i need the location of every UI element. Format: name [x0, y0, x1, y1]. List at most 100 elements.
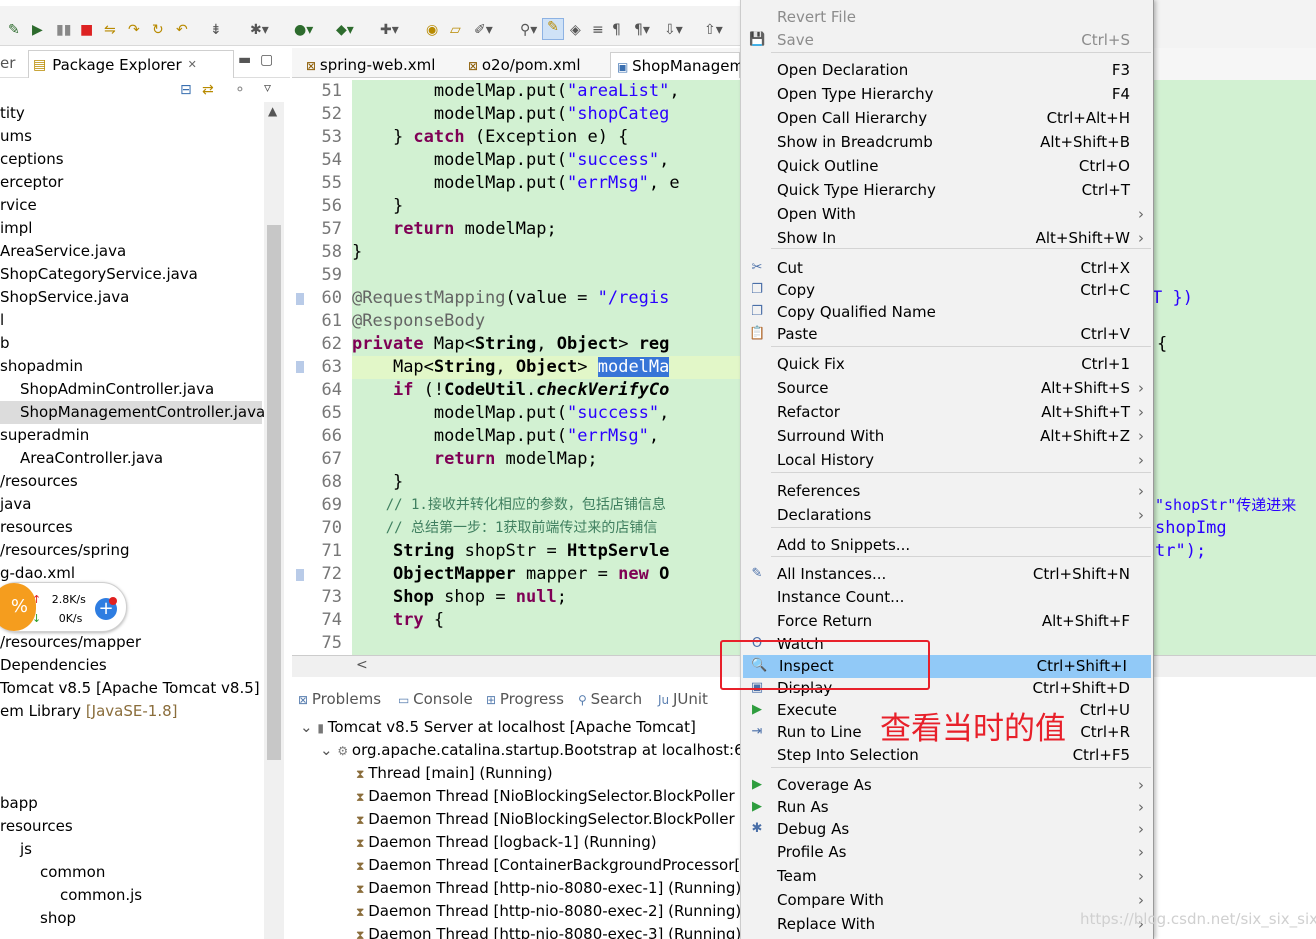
open-type-icon[interactable]: ◉	[426, 22, 438, 38]
tree-item[interactable]: java	[0, 493, 31, 516]
tree-item[interactable]: AreaService.java	[0, 240, 126, 263]
menu-item-references[interactable]: References ›	[741, 480, 1154, 503]
tree-item[interactable]: erceptor	[0, 171, 63, 194]
menu-item-copy-qualified-name[interactable]: ❐ Copy Qualified Name	[741, 301, 1154, 324]
mark-occurrences-icon[interactable]: ✎	[542, 18, 564, 40]
menu-item-all-instances[interactable]: ✎ All Instances... Ctrl+Shift+N	[741, 563, 1154, 586]
maximize-icon[interactable]: ▢	[260, 52, 273, 68]
tree-item[interactable]: /resources	[0, 470, 78, 493]
word-wrap-icon[interactable]: ≡	[592, 22, 604, 38]
tree-item[interactable]: l	[0, 309, 4, 332]
tree-item[interactable]: /resources/mapper	[0, 631, 141, 654]
tree-item[interactable]: em Library [JavaSE-1.8]	[0, 700, 177, 723]
step-return-icon[interactable]: ↶	[176, 22, 188, 38]
menu-item-team[interactable]: Team ›	[741, 865, 1154, 888]
tree-item[interactable]: /resources/spring	[0, 539, 130, 562]
debug-icon[interactable]: ✎	[8, 22, 20, 38]
tree-item[interactable]: Dependencies	[0, 654, 107, 677]
tree-item[interactable]: ShopService.java	[0, 286, 129, 309]
tree-item[interactable]: tity	[0, 102, 25, 125]
step-over-icon[interactable]: ↻	[152, 22, 164, 38]
scroll-up-icon[interactable]: ▲	[268, 104, 277, 118]
pin-icon[interactable]: ✐▾	[474, 22, 493, 38]
menu-item-paste[interactable]: 📋 Paste Ctrl+V	[741, 323, 1154, 346]
debug-tree-row[interactable]: ⧗ Daemon Thread [http-nio-8080-exec-2] (…	[356, 900, 740, 923]
resume-icon[interactable]: ▶	[32, 22, 43, 38]
disconnect-icon[interactable]: ⇋	[104, 22, 116, 38]
link-editor-icon[interactable]: ⇄	[202, 82, 214, 98]
editor-tab[interactable]: ⊠ spring-web.xml	[300, 52, 441, 78]
chevron-down-icon[interactable]: ⌄	[320, 741, 337, 759]
debug-tree-row[interactable]: ⧗ Daemon Thread [logback-1] (Running)	[356, 831, 657, 854]
tree-item[interactable]: common	[40, 861, 105, 884]
tab-console[interactable]: ▭ Console	[398, 690, 473, 708]
menu-item-run-as[interactable]: ▶ Run As ›	[741, 796, 1154, 819]
step-into-icon[interactable]: ↷	[128, 22, 140, 38]
tree-item[interactable]: ShopAdminController.java	[20, 378, 214, 401]
tree-item[interactable]: rvice	[0, 194, 37, 217]
debug-tree-row[interactable]: ⧗ Daemon Thread [NioBlockingSelector.Blo…	[356, 785, 735, 808]
menu-item-surround-with[interactable]: Surround With Alt+Shift+Z ›	[741, 425, 1154, 448]
menu-item-open-call-hierarchy[interactable]: Open Call Hierarchy Ctrl+Alt+H	[741, 107, 1154, 130]
menu-item-open-declaration[interactable]: Open Declaration F3	[741, 59, 1154, 82]
tab-package-explorer[interactable]: ▤ Package Explorer ✕	[28, 50, 234, 78]
menu-item-open-with[interactable]: Open With ›	[741, 203, 1154, 226]
menu-item-quick-type-hierarchy[interactable]: Quick Type Hierarchy Ctrl+T	[741, 179, 1154, 202]
tree-item[interactable]: ShopManagementController.java	[0, 401, 264, 424]
debug-tree-row[interactable]: ⧗ Daemon Thread [http-nio-8080-exec-1] (…	[356, 877, 740, 900]
debug-tree-row[interactable]: ⧗ Daemon Thread [NioBlockingSelector.Blo…	[356, 808, 735, 831]
tree-item[interactable]: b	[0, 332, 10, 355]
debug-run-icon[interactable]: ✱▾	[250, 22, 269, 38]
tree-item[interactable]: resources	[0, 516, 73, 539]
menu-item-force-return[interactable]: Force Return Alt+Shift+F	[741, 610, 1154, 633]
chevron-down-icon[interactable]: ⌄	[300, 718, 317, 736]
debug-tree-row[interactable]: ⌄ ⚙ org.apache.catalina.startup.Bootstra…	[320, 739, 740, 762]
show-whitespace-icon[interactable]: ¶	[612, 22, 621, 38]
tree-item[interactable]: superadmin	[0, 424, 89, 447]
tree-item[interactable]: resources	[0, 815, 73, 838]
menu-item-source[interactable]: Source Alt+Shift+S ›	[741, 377, 1154, 400]
tree-item[interactable]: ceptions	[0, 148, 64, 171]
run-icon[interactable]: ●▾	[294, 22, 313, 38]
suspend-icon[interactable]: ▮▮	[56, 22, 71, 38]
menu-item-debug-as[interactable]: ✱ Debug As ›	[741, 818, 1154, 841]
close-icon[interactable]: ✕	[188, 58, 197, 71]
debug-tree-row[interactable]: ⧗ Daemon Thread [ContainerBackgroundProc…	[356, 854, 740, 877]
menu-item-coverage-as[interactable]: ▶ Coverage As ›	[741, 774, 1154, 797]
next-annotation-icon[interactable]: ⇩▾	[664, 22, 683, 38]
tab-progress[interactable]: ⊞ Progress	[486, 690, 564, 708]
prev-annotation-icon[interactable]: ⇧▾	[704, 22, 723, 38]
focus-icon[interactable]: ⚬	[234, 82, 246, 98]
menu-item-show-in[interactable]: Show In Alt+Shift+W ›	[741, 227, 1154, 250]
menu-item-open-type-hierarchy[interactable]: Open Type Hierarchy F4	[741, 83, 1154, 106]
tree-item[interactable]: common.js	[60, 884, 142, 907]
menu-item-quick-fix[interactable]: Quick Fix Ctrl+1	[741, 353, 1154, 376]
menu-item-save[interactable]: 💾 Save Ctrl+S	[741, 29, 1154, 52]
pilcrow-icon[interactable]: ¶▾	[634, 22, 650, 38]
tree-item[interactable]: ShopCategoryService.java	[0, 263, 198, 286]
external-tools-icon[interactable]: ◆▾	[336, 22, 354, 38]
menu-item-show-in-breadcrumb[interactable]: Show in Breadcrumb Alt+Shift+B	[741, 131, 1154, 154]
menu-item-refactor[interactable]: Refactor Alt+Shift+T ›	[741, 401, 1154, 424]
menu-item-local-history[interactable]: Local History ›	[741, 449, 1154, 472]
menu-item-cut[interactable]: ✂ Cut Ctrl+X	[741, 257, 1154, 280]
tree-item[interactable]: js	[20, 838, 32, 861]
tree-item[interactable]: shopadmin	[0, 355, 83, 378]
menu-item-instance-count[interactable]: Instance Count...	[741, 586, 1154, 609]
tree-scroll-thumb[interactable]	[267, 225, 281, 760]
tab-problems[interactable]: ⊠ Problems	[298, 690, 381, 708]
minimize-icon[interactable]: ▬	[238, 52, 251, 68]
tab-junit[interactable]: Ju JUnit	[658, 690, 708, 708]
open-folder-icon[interactable]: ▱	[450, 22, 461, 38]
tree-item[interactable]: Tomcat v8.5 [Apache Tomcat v8.5]	[0, 677, 260, 700]
menu-item-declarations[interactable]: Declarations ›	[741, 504, 1154, 527]
debug-tree-row[interactable]: ⌄ ▮ Tomcat v8.5 Server at localhost [Apa…	[300, 716, 696, 739]
search-icon[interactable]: ⚲▾	[520, 22, 537, 38]
menu-item-add-to-snippets[interactable]: Add to Snippets...	[741, 534, 1154, 557]
new-icon[interactable]: ✚▾	[380, 22, 399, 38]
editor-tab[interactable]: ▣ ShopManageme	[610, 52, 753, 78]
tree-item[interactable]: AreaController.java	[20, 447, 163, 470]
scroll-left-icon[interactable]: <	[356, 657, 368, 673]
menu-item-revert-file[interactable]: Revert File	[741, 6, 1154, 29]
tab-search[interactable]: ⚲ Search	[578, 690, 642, 708]
